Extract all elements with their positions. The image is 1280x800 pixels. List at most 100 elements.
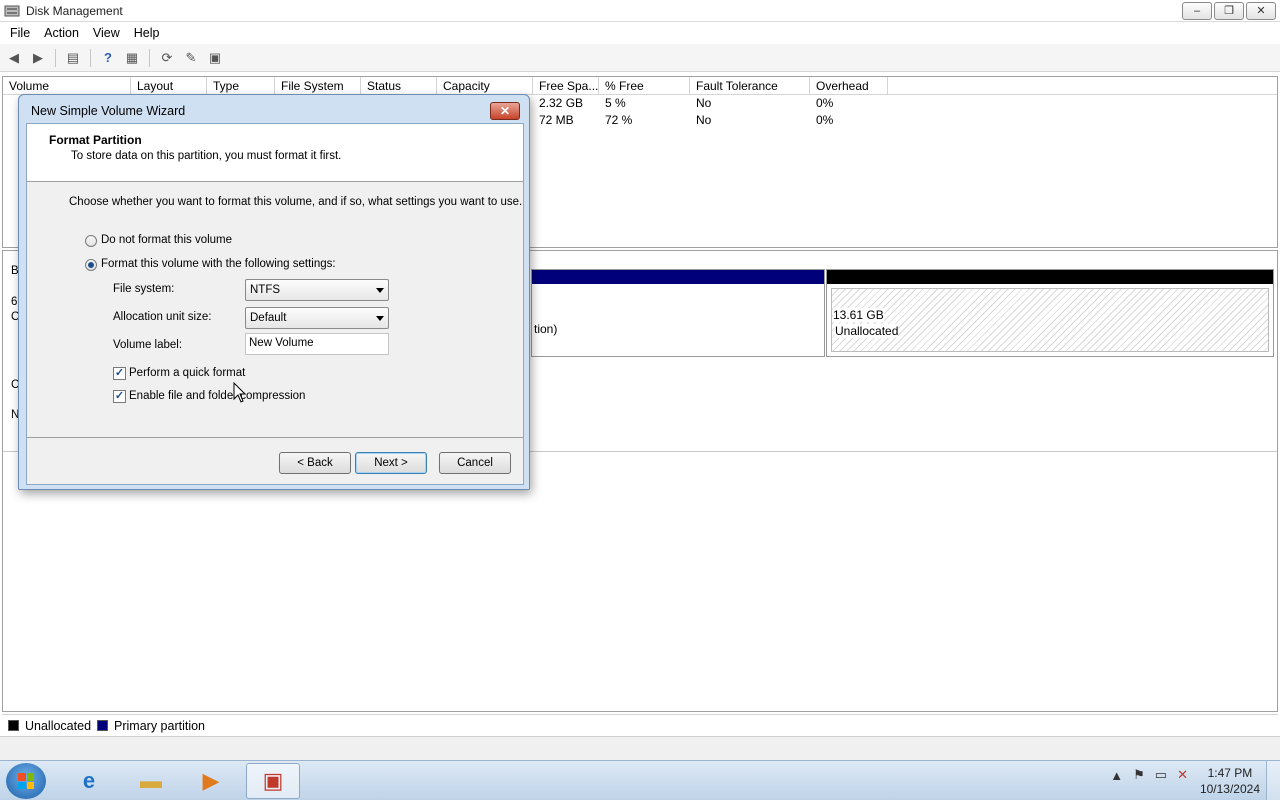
- radio-format-volume-label[interactable]: Format this volume with the following se…: [101, 258, 336, 270]
- menu-view[interactable]: View: [87, 26, 126, 40]
- primary-partition-text: tion): [534, 322, 558, 336]
- volume-label-input[interactable]: New Volume: [245, 333, 389, 355]
- cancel-button[interactable]: Cancel: [439, 452, 511, 474]
- menu-bar: File Action View Help: [0, 22, 1280, 44]
- taskbar: e ▬ ▶ ▣ ▲ ⚑ ▭ ✕ 1:47 PM 10/13/2024: [0, 760, 1280, 800]
- cell-overhead: 0%: [816, 96, 834, 110]
- show-desktop-button[interactable]: [1266, 761, 1280, 800]
- minimize-button[interactable]: –: [1182, 2, 1212, 20]
- unallocated-label: Unallocated: [835, 324, 899, 338]
- allocation-unit-label: Allocation unit size:: [113, 311, 212, 323]
- refresh-icon[interactable]: ⟳: [157, 48, 177, 68]
- console-tree-icon[interactable]: ▤: [63, 48, 83, 68]
- column-capacity[interactable]: Capacity: [437, 77, 533, 94]
- dialog-close-button[interactable]: ✕: [490, 102, 520, 120]
- column-fault-tolerance[interactable]: Fault Tolerance: [690, 77, 810, 94]
- menu-help[interactable]: Help: [128, 26, 166, 40]
- dialog-header-subtitle: To store data on this partition, you mus…: [71, 150, 342, 162]
- window-title: Disk Management: [26, 4, 123, 18]
- display-icon[interactable]: ▭: [1155, 767, 1167, 783]
- allocation-unit-value: Default: [250, 312, 287, 324]
- compression-label[interactable]: Enable file and folder compression: [129, 390, 305, 402]
- unallocated-size: 13.61 GB: [833, 308, 884, 322]
- explorer-folder-icon[interactable]: ▬: [124, 763, 178, 799]
- action-center-flag-icon[interactable]: ⚑: [1133, 767, 1145, 783]
- status-bar: [0, 736, 1280, 760]
- dialog-body: Format Partition To store data on this p…: [26, 123, 524, 485]
- help-icon[interactable]: ?: [98, 48, 118, 68]
- file-system-value: NTFS: [250, 284, 281, 296]
- system-tray: ▲ ⚑ ▭ ✕: [1110, 767, 1188, 783]
- toolbar-separator: [149, 48, 150, 67]
- compression-checkbox[interactable]: ✓: [113, 390, 126, 403]
- dialog-footer-separator: [27, 437, 523, 438]
- radio-format-volume[interactable]: [85, 259, 97, 271]
- show-hidden-icons-icon[interactable]: ▲: [1110, 768, 1123, 783]
- cell-free-space: 2.32 GB: [539, 96, 584, 110]
- cell-free-space: 72 MB: [539, 113, 574, 127]
- legend-primary-label: Primary partition: [114, 718, 206, 733]
- windows-logo-icon: [18, 773, 34, 789]
- disk-label-fragment: 6: [11, 296, 18, 308]
- radio-do-not-format[interactable]: [85, 235, 97, 247]
- clock[interactable]: 1:47 PM 10/13/2024: [1200, 765, 1260, 797]
- radio-do-not-format-label[interactable]: Do not format this volume: [101, 234, 232, 246]
- menu-file[interactable]: File: [4, 26, 36, 40]
- disk-management-icon[interactable]: ▣: [246, 763, 300, 799]
- primary-partition-bar: [532, 270, 824, 284]
- export-icon[interactable]: ▣: [205, 48, 225, 68]
- close-window-button[interactable]: ✕: [1246, 2, 1276, 20]
- mouse-cursor-icon: [233, 382, 247, 403]
- new-simple-volume-wizard: New Simple Volume Wizard ✕ Format Partit…: [18, 94, 530, 490]
- restore-button[interactable]: ❐: [1214, 2, 1244, 20]
- media-player-icon[interactable]: ▶: [184, 763, 238, 799]
- disk-management-app-icon: [4, 5, 20, 17]
- column-percent-free[interactable]: % Free: [599, 77, 690, 94]
- menu-action[interactable]: Action: [38, 26, 85, 40]
- chevron-down-icon: [376, 288, 384, 293]
- file-system-select[interactable]: NTFS: [245, 279, 389, 301]
- column-free-space[interactable]: Free Spa...: [533, 77, 599, 94]
- column-overhead[interactable]: Overhead: [810, 77, 888, 94]
- volume-list-header: Volume Layout Type File System Status Ca…: [3, 77, 1277, 95]
- cell-overhead: 0%: [816, 113, 834, 127]
- column-type[interactable]: Type: [207, 77, 275, 94]
- column-status[interactable]: Status: [361, 77, 437, 94]
- toolbar: ◀ ▶ ▤ ? ▦ ⟳ ✎ ▣: [0, 44, 1280, 72]
- column-file-system[interactable]: File System: [275, 77, 361, 94]
- next-button[interactable]: Next >: [355, 452, 427, 474]
- cell-percent-free: 5 %: [605, 96, 626, 110]
- file-system-label: File system:: [113, 283, 175, 295]
- column-layout[interactable]: Layout: [131, 77, 207, 94]
- legend-unallocated-swatch: [8, 720, 19, 731]
- toolbar-separator: [90, 48, 91, 67]
- unallocated-hatch: [831, 288, 1269, 352]
- cell-percent-free: 72 %: [605, 113, 633, 127]
- volume-label-label: Volume label:: [113, 339, 183, 351]
- properties-icon[interactable]: ▦: [122, 48, 142, 68]
- internet-explorer-icon[interactable]: e: [62, 763, 116, 799]
- dialog-intro: Choose whether you want to format this v…: [69, 196, 523, 208]
- back-icon[interactable]: ◀: [4, 48, 24, 68]
- clock-time: 1:47 PM: [1207, 766, 1253, 780]
- unallocated-bar: [827, 270, 1273, 284]
- allocation-unit-select[interactable]: Default: [245, 307, 389, 329]
- quick-format-checkbox[interactable]: ✓: [113, 367, 126, 380]
- column-volume[interactable]: Volume: [3, 77, 131, 94]
- legend-primary-swatch: [97, 720, 109, 731]
- chevron-down-icon: [376, 316, 384, 321]
- unallocated-block[interactable]: 13.61 GB Unallocated: [826, 269, 1274, 357]
- dialog-title: New Simple Volume Wizard: [31, 104, 186, 118]
- network-error-icon[interactable]: ✕: [1177, 767, 1188, 783]
- legend-unallocated-label: Unallocated: [25, 718, 92, 733]
- primary-partition-block[interactable]: tion): [531, 269, 825, 357]
- toolbar-separator: [55, 48, 56, 67]
- back-button[interactable]: < Back: [279, 452, 351, 474]
- rescan-icon[interactable]: ✎: [181, 48, 201, 68]
- forward-icon[interactable]: ▶: [28, 48, 48, 68]
- window-titlebar: Disk Management – ❐ ✕: [0, 0, 1280, 22]
- cell-fault-tolerance: No: [696, 96, 712, 110]
- quick-format-label[interactable]: Perform a quick format: [129, 367, 245, 379]
- legend: Unallocated Primary partition: [2, 714, 1278, 736]
- start-button[interactable]: [6, 763, 46, 799]
